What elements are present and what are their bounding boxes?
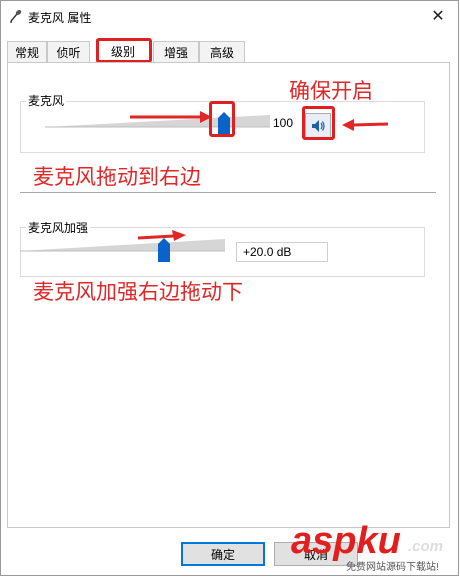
arrow-left-icon [342,119,388,131]
tab-listen[interactable]: 侦听 [47,41,90,62]
ok-label: 确定 [210,547,235,562]
window-title: 麦克风 属性 [28,11,92,25]
boost-slider-track[interactable] [20,237,225,253]
watermark-logo: aspku [291,520,401,562]
tab-highlight-box [96,38,152,63]
annotation-boost-drag: 麦克风加强右边拖动下 [33,281,243,304]
tab-general[interactable]: 常规 [7,41,47,62]
annotation-drag-right: 麦克风拖动到右边 [33,166,201,189]
ok-button[interactable]: 确定 [181,542,265,566]
mute-highlight-box [302,106,335,140]
tab-enhancements[interactable]: 增强 [153,41,199,62]
watermark-subtitle: 免费网站源码下载站! [346,562,439,573]
arrow-right-icon [130,111,212,123]
annotation-ensure-on: 确保开启 [289,80,373,103]
properties-dialog: 麦克风 属性 ✕ 常规 侦听 级别 增强 高级 麦克风 100 确保开启 麦克风… [0,0,459,576]
arrow-right-icon [138,230,186,241]
boost-value: +20.0 dB [236,242,328,262]
microphone-icon [10,9,22,23]
separator [20,192,436,193]
tab-advanced[interactable]: 高级 [199,41,245,62]
tab-label: 增强 [163,45,188,60]
tab-label: 常规 [14,45,39,60]
boost-label: 麦克风加强 [26,219,91,236]
thumb-highlight-box [209,101,235,137]
microphone-value: 100 [273,116,294,130]
tab-label: 侦听 [56,45,81,60]
title-bar[interactable]: 麦克风 属性 ✕ [1,1,458,31]
levels-panel: 麦克风 100 确保开启 麦克风拖动到右边 麦克风加强 +20.0 dB 麦克风… [7,62,450,528]
close-button[interactable]: ✕ [418,1,458,31]
watermark-domain: .com [408,538,444,555]
microphone-label: 麦克风 [26,92,67,109]
tab-label: 高级 [209,45,234,60]
close-icon: ✕ [431,8,445,25]
